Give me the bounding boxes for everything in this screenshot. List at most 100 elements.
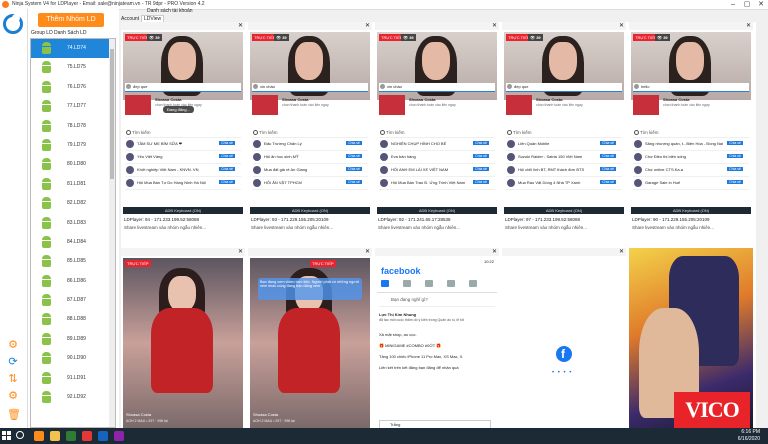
scrollbar-thumb[interactable]: [110, 49, 114, 179]
list-item[interactable]: Garage Sale in Huế Chia sẻ: [633, 177, 749, 190]
comment-input[interactable]: xin chào: [379, 83, 495, 92]
add-group-button[interactable]: Thêm Nhóm LD: [38, 13, 104, 27]
close-icon[interactable]: ✕: [746, 22, 751, 30]
search-input[interactable]: Tìm kiếm: [379, 129, 495, 138]
ld-tile[interactable]: ✕ TRỰC TIẾP 👁 39 xin chào Shoasa Costa chọn t…: [248, 22, 372, 240]
share-button[interactable]: Chia sẻ: [600, 141, 616, 145]
search-input[interactable]: Tìm kiếm: [633, 129, 749, 138]
tab-ldview[interactable]: LDView: [141, 15, 165, 22]
home-icon[interactable]: [381, 280, 389, 287]
poll-option[interactable]: Trắng: [379, 420, 491, 428]
list-item[interactable]: 82.LD82: [31, 194, 115, 213]
emulator-screen[interactable]: TRỰC TIẾP 👁 39 đep que Shoasa Costa chọn tha…: [123, 32, 243, 214]
list-item[interactable]: HỘI ĂN VẶT TPHCM Chia sẻ: [252, 177, 368, 190]
groups-icon[interactable]: [425, 280, 433, 287]
ld-tile[interactable]: ✕ TRỰC TIẾP Bạn đang xem video trực tiếp. …: [248, 248, 372, 428]
comment-input[interactable]: hello: [633, 83, 749, 92]
share-button[interactable]: Chia sẻ: [473, 180, 489, 184]
share-button[interactable]: Chia sẻ: [473, 141, 489, 145]
chrome-icon[interactable]: [82, 431, 92, 441]
share-button[interactable]: Chia sẻ: [346, 154, 362, 158]
tab-danh-sach-ld[interactable]: Danh Sách LD: [54, 30, 87, 36]
share-button[interactable]: Chia sẻ: [346, 167, 362, 171]
word-icon[interactable]: [98, 431, 108, 441]
ld-tile[interactable]: ✕ TRỰC TIẾP 👁 39 đep que Shoasa Costa chọn th…: [121, 22, 245, 240]
list-item[interactable]: Hội chill lính BT, RMT thách đơn BTS Chia…: [506, 164, 622, 177]
start-button[interactable]: [2, 431, 12, 441]
watch-icon[interactable]: [447, 280, 455, 287]
list-item[interactable]: 75.LD75: [31, 58, 115, 77]
list-item[interactable]: 77.LD77: [31, 97, 115, 116]
ld-tile[interactable]: ✕ 10:22 facebook Bạn đang nghĩ gì? Lực Thị K…: [375, 248, 499, 428]
emulator-screen[interactable]: f • • • •: [504, 258, 624, 428]
share-button[interactable]: Chia sẻ: [600, 154, 616, 158]
trash-icon[interactable]: 🗑: [7, 409, 21, 421]
list-item[interactable]: Khởi nghiệp Việt Nam - KNVN. VN Chia sẻ: [125, 164, 241, 177]
list-item[interactable]: Mua Rao Vặt Dòng 4 Nhà TP Xanh Chia sẻ: [506, 177, 622, 190]
share-button[interactable]: Chia sẻ: [346, 141, 362, 145]
product-card[interactable]: Shoasa Costa chọn thanh toán vào liên nga…: [633, 95, 749, 115]
list-item[interactable]: 88.LD88: [31, 310, 115, 329]
share-button[interactable]: Chia sẻ: [346, 180, 362, 184]
list-item[interactable]: Hội Mua Bán Trao Đ. Ứng Trình Việt Nam Ch…: [379, 177, 495, 190]
close-icon[interactable]: ✕: [619, 248, 624, 256]
close-icon[interactable]: ✕: [492, 248, 497, 256]
close-button[interactable]: ✕: [754, 0, 768, 9]
emulator-screen[interactable]: TRỰC TIẾP Bạn đang xem video trực tiếp. N…: [250, 258, 370, 428]
list-item[interactable]: 85.LD85: [31, 252, 115, 271]
close-icon[interactable]: ✕: [365, 248, 370, 256]
product-card[interactable]: Shoasa Costa chọn thanh toán vào liên nga…: [252, 95, 368, 115]
close-icon[interactable]: ✕: [365, 22, 370, 30]
list-item[interactable]: Liên Quân Mobile Chia sẻ: [506, 138, 622, 151]
share-button[interactable]: Chia sẻ: [473, 167, 489, 171]
ld-tile[interactable]: ✕ TRỰC TIẾP 👁 39 đep que Shoasa Costa chọn th…: [502, 22, 626, 240]
list-item[interactable]: 87.LD87: [31, 291, 115, 310]
robot-icon[interactable]: ⚙: [7, 339, 19, 351]
ld-tile[interactable]: ✕ f • • • •: [502, 248, 626, 428]
folder-icon[interactable]: [50, 431, 60, 441]
share-button[interactable]: Chia sẻ: [600, 167, 616, 171]
share-button[interactable]: Chia sẻ: [219, 141, 235, 145]
list-item[interactable]: 80.LD80: [31, 155, 115, 174]
list-item[interactable]: 78.LD78: [31, 117, 115, 136]
emulator-screen[interactable]: TRỰC TIẾP Shoasa Costa AOH 2 MAU • 297 · 9…: [123, 258, 243, 428]
tab-account-list[interactable]: Danh sách tài khoản: [147, 8, 193, 14]
share-button[interactable]: Chia sẻ: [727, 141, 743, 145]
list-item[interactable]: 92.LD92: [31, 388, 115, 407]
app-icon[interactable]: [114, 431, 124, 441]
list-item[interactable]: 79.LD79: [31, 136, 115, 155]
close-icon[interactable]: ✕: [238, 248, 243, 256]
close-icon[interactable]: ✕: [238, 22, 243, 30]
share-button[interactable]: Chia sẻ: [727, 154, 743, 158]
list-item[interactable]: NGHIỆN CHỤP HÌNH CHO BÉ Chia sẻ: [379, 138, 495, 151]
emulator-screen[interactable]: TRỰC TIẾP 👁 39 đep que Shoasa Costa chọn tha…: [504, 32, 624, 214]
comment-input[interactable]: đep que: [506, 83, 622, 92]
list-scrollbar[interactable]: [109, 39, 115, 427]
friends-icon[interactable]: [403, 280, 411, 287]
share-button[interactable]: Chia sẻ: [219, 167, 235, 171]
list-item[interactable]: 91.LD91: [31, 369, 115, 388]
excel-icon[interactable]: [66, 431, 76, 441]
list-item[interactable]: Săng nhượng quán, t...Biên Hòa - Đồng Na…: [633, 138, 749, 151]
product-card[interactable]: Shoasa Costa chọn thanh toán vào liên nga…: [379, 95, 495, 115]
share-button[interactable]: Chia sẻ: [219, 180, 235, 184]
list-item[interactable]: 81.LD81: [31, 175, 115, 194]
search-input[interactable]: Tìm kiếm: [252, 129, 368, 138]
share-button[interactable]: Chia sẻ: [600, 180, 616, 184]
close-icon[interactable]: ✕: [492, 22, 497, 30]
emulator-screen[interactable]: 10:22 facebook Bạn đang nghĩ gì? Lực Thị Ki…: [377, 258, 497, 428]
tab-group-ld[interactable]: Group LD: [31, 30, 53, 36]
emulator-screen[interactable]: TRỰC TIẾP 👁 39 hello Shoasa Costa chọn thanh…: [631, 32, 751, 214]
sort-icon[interactable]: ⇅: [7, 373, 19, 385]
list-item[interactable]: Eva bán hàng Chia sẻ: [379, 151, 495, 164]
share-button[interactable]: Chia sẻ: [473, 154, 489, 158]
product-card[interactable]: Shoasa Costa chọn thanh toán vào liên nga…: [506, 95, 622, 115]
list-item[interactable]: Mua đất giá rẻ An Giang Chia sẻ: [252, 164, 368, 177]
settings-icon[interactable]: ⚙: [7, 390, 19, 402]
list-item[interactable]: 90.LD90: [31, 349, 115, 368]
search-icon[interactable]: [16, 431, 24, 439]
bell-icon[interactable]: [469, 280, 477, 287]
share-button[interactable]: Chia sẻ: [727, 167, 743, 171]
search-input[interactable]: Tìm kiếm: [125, 129, 241, 138]
list-item[interactable]: HỘI ANH EM LÁI XE VIỆT NAM Chia sẻ: [379, 164, 495, 177]
